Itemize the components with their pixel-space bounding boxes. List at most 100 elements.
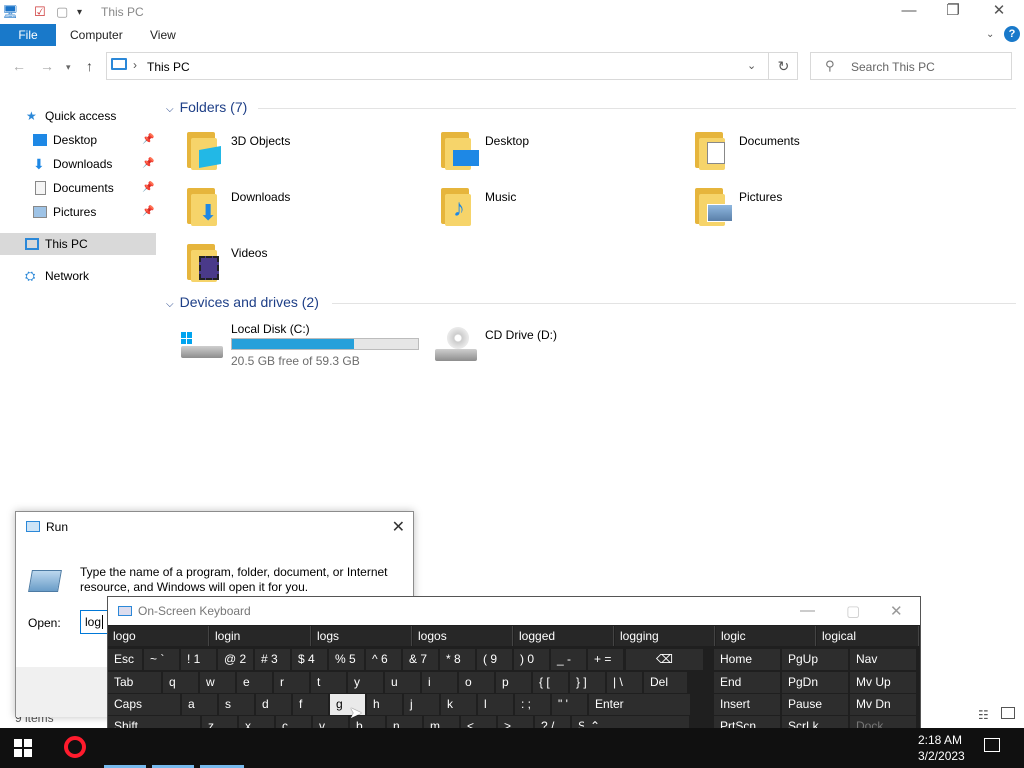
key-t[interactable]: t (311, 672, 346, 693)
folders-group-header[interactable]: ⌵ Folders (7) (166, 99, 247, 115)
key-8[interactable]: * 8 (440, 649, 475, 670)
key-[interactable]: { [ (533, 672, 568, 693)
key-[interactable]: | \ (607, 672, 642, 693)
back-button[interactable]: ← (12, 58, 26, 74)
nav-downloads[interactable]: ⬇ Downloads 📌 (0, 153, 156, 175)
properties-icon[interactable]: ☑ (34, 4, 46, 20)
forward-button[interactable]: → (40, 58, 54, 74)
customize-toolbar-icon[interactable]: ▾ (77, 7, 82, 18)
drive-d[interactable]: CD Drive (D:) (435, 327, 635, 377)
key-7[interactable]: & 7 (403, 649, 438, 670)
key-[interactable]: + = (588, 649, 623, 670)
breadcrumb[interactable]: This PC (147, 60, 190, 74)
opera-icon[interactable] (64, 736, 86, 758)
key-pgup[interactable]: PgUp (782, 649, 848, 670)
key-caps[interactable]: Caps (108, 694, 180, 715)
folder-videos[interactable]: Videos (185, 242, 435, 292)
nav-pictures[interactable]: Pictures 📌 (0, 201, 156, 223)
key-insert[interactable]: Insert (714, 694, 780, 715)
address-box[interactable]: › This PC ⌄ (106, 52, 798, 80)
backspace-key[interactable]: ⌫ (626, 649, 703, 670)
address-dropdown-icon[interactable]: ⌄ (747, 59, 756, 72)
key-y[interactable]: y (348, 672, 383, 693)
key-d[interactable]: d (256, 694, 291, 715)
key-s[interactable]: s (219, 694, 254, 715)
folder-downloads[interactable]: ⬇ Downloads (185, 186, 435, 236)
key-nav[interactable]: Nav (850, 649, 916, 670)
key-l[interactable]: l (478, 694, 513, 715)
nav-network[interactable]: ⛭ Network (0, 265, 156, 287)
help-icon[interactable]: ? (1004, 26, 1020, 42)
key-[interactable]: _ - (551, 649, 586, 670)
key-j[interactable]: j (404, 694, 439, 715)
key-o[interactable]: o (459, 672, 494, 693)
suggestion-logs[interactable]: logs (312, 626, 412, 646)
breadcrumb-chevron-icon[interactable]: › (133, 58, 137, 72)
osk-minimize-button[interactable]: — (800, 602, 815, 619)
nav-this-pc[interactable]: This PC (0, 233, 156, 255)
clock[interactable]: 2:18 AM 3/2/2023 (918, 732, 965, 764)
large-icons-view-icon[interactable] (1001, 707, 1015, 719)
key-[interactable]: : ; (515, 694, 550, 715)
ribbon-expand-icon[interactable]: ⌄ (986, 24, 994, 46)
key-1[interactable]: ! 1 (181, 649, 216, 670)
key-[interactable]: } ] (570, 672, 605, 693)
key-u[interactable]: u (385, 672, 420, 693)
search-input[interactable]: ⚲ Search This PC (810, 52, 1012, 80)
folder-music[interactable]: ♪ Music (439, 186, 689, 236)
key-e[interactable]: e (237, 672, 272, 693)
recent-locations-icon[interactable]: ▾ (66, 62, 71, 73)
details-view-icon[interactable]: ☷ (978, 708, 989, 722)
close-button[interactable]: ✕ (976, 0, 1022, 24)
key-a[interactable]: a (182, 694, 217, 715)
key-end[interactable]: End (714, 672, 780, 693)
suggestion-logic[interactable]: logic (716, 626, 816, 646)
key-mvdn[interactable]: Mv Dn (850, 694, 916, 715)
key-enter[interactable]: Enter (589, 694, 690, 715)
key-i[interactable]: i (422, 672, 457, 693)
key-h[interactable]: h (367, 694, 402, 715)
osk-close-button[interactable]: ✕ (890, 602, 903, 620)
key-[interactable]: " ' (552, 694, 587, 715)
key-home[interactable]: Home (714, 649, 780, 670)
suggestion-logo[interactable]: logo (108, 626, 209, 646)
key-3[interactable]: # 3 (255, 649, 290, 670)
notification-icon[interactable] (984, 738, 1000, 752)
key-f[interactable]: f (293, 694, 328, 715)
key-0[interactable]: ) 0 (514, 649, 549, 670)
key-q[interactable]: q (163, 672, 198, 693)
key-p[interactable]: p (496, 672, 531, 693)
tab-computer[interactable]: Computer (70, 24, 123, 46)
tab-view[interactable]: View (150, 24, 176, 46)
key-k[interactable]: k (441, 694, 476, 715)
suggestion-logical[interactable]: logical (817, 626, 919, 646)
key-6[interactable]: ^ 6 (366, 649, 401, 670)
folder-desktop[interactable]: Desktop (439, 130, 689, 180)
suggestion-logging[interactable]: logging (615, 626, 715, 646)
file-tab[interactable]: File (0, 24, 56, 46)
run-close-button[interactable]: ✕ (392, 517, 405, 537)
key-esc[interactable]: Esc (108, 649, 142, 670)
up-button[interactable]: ↑ (86, 58, 93, 74)
key-del[interactable]: Del (644, 672, 687, 693)
drive-c[interactable]: Local Disk (C:) 20.5 GB free of 59.3 GB (181, 320, 421, 370)
folder-3d-objects[interactable]: 3D Objects (185, 130, 435, 180)
key-r[interactable]: r (274, 672, 309, 693)
key-9[interactable]: ( 9 (477, 649, 512, 670)
maximize-button[interactable]: ❐ (930, 0, 976, 24)
drives-group-header[interactable]: ⌵ Devices and drives (2) (166, 294, 319, 310)
new-folder-icon[interactable]: ▢ (56, 4, 68, 20)
suggestion-logged[interactable]: logged (514, 626, 614, 646)
suggestion-logos[interactable]: logos (413, 626, 513, 646)
nav-quick-access[interactable]: ★ Quick access (0, 105, 156, 127)
key-tab[interactable]: Tab (108, 672, 161, 693)
nav-documents[interactable]: Documents 📌 (0, 177, 156, 199)
key-pgdn[interactable]: PgDn (782, 672, 848, 693)
folder-documents[interactable]: Documents (693, 130, 943, 180)
key-4[interactable]: $ 4 (292, 649, 327, 670)
windows-start-icon[interactable] (14, 739, 32, 757)
key-mvup[interactable]: Mv Up (850, 672, 916, 693)
minimize-button[interactable]: — (886, 0, 932, 24)
refresh-button[interactable]: ↻ (768, 52, 798, 80)
suggestion-login[interactable]: login (210, 626, 311, 646)
